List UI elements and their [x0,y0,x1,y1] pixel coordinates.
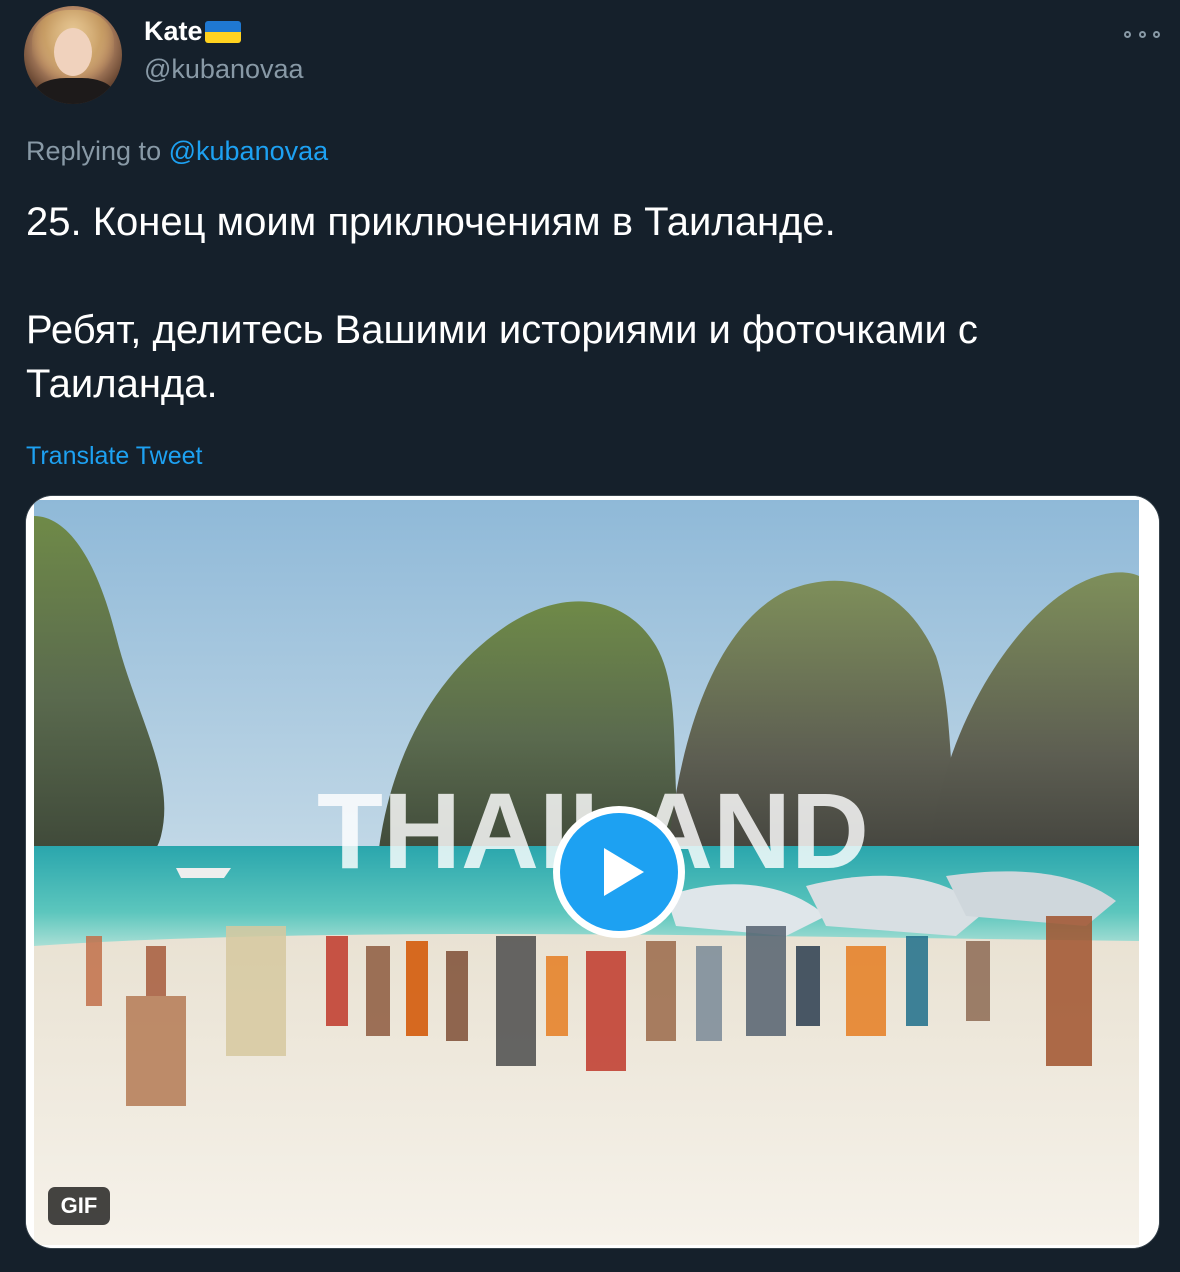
gif-media[interactable]: THAILAND GIF [25,495,1160,1249]
author-display-name[interactable]: Kate [144,16,241,47]
more-options-icon[interactable] [1124,24,1160,44]
replying-to-line: Replying to @kubanovaa [26,136,328,167]
author-handle[interactable]: @kubanovaa [144,54,304,85]
replying-to-label: Replying to [26,136,162,166]
tweet-text: 25. Конец моим приключениям в Таиланде. … [26,195,1156,411]
reply-mention-link[interactable]: @kubanovaa [169,136,329,166]
translate-tweet-link[interactable]: Translate Tweet [26,442,202,471]
tweet-paragraph: 25. Конец моим приключениям в Таиланде. [26,200,836,244]
avatar[interactable] [24,6,122,104]
tweet-paragraph: Ребят, делитесь Вашими историями и фоточ… [26,308,978,406]
ukraine-flag-icon [204,20,241,43]
gif-badge: GIF [48,1187,110,1225]
display-name-text: Kate [144,16,203,46]
play-icon[interactable] [553,806,685,938]
tweet-card: Kate @kubanovaa Replying to @kubanovaa 2… [0,0,1180,1272]
